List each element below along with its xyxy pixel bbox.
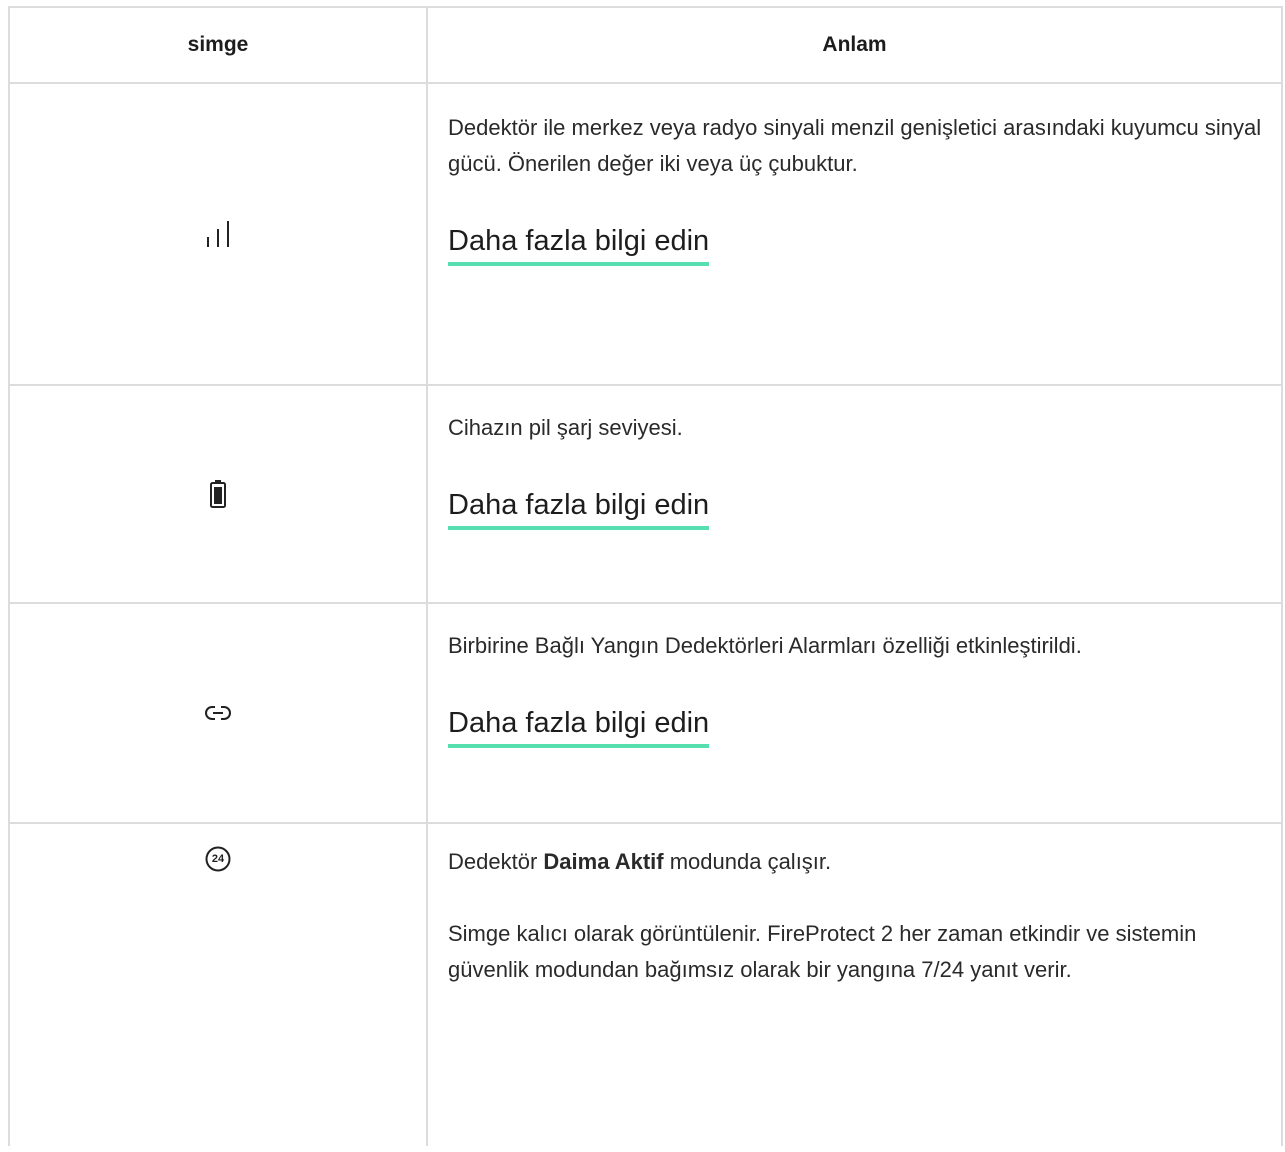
row-description-secondary: Simge kalıcı olarak görüntülenir. FirePr… [448, 921, 1197, 982]
learn-more-link[interactable]: Daha fazla bilgi edin [448, 222, 710, 266]
table-cell-icon [10, 384, 426, 604]
table-cell-icon [10, 602, 426, 824]
table-cell-text: Cihazın pil şarj seviyesi. Daha fazla bi… [448, 410, 1273, 530]
icons-table: simge Anlam Dedektör ile merkez veya rad… [8, 6, 1283, 1146]
table-cell-icon [10, 82, 426, 386]
table-header-row: simge Anlam [10, 8, 1281, 84]
row-description: Cihazın pil şarj seviyesi. [448, 415, 683, 440]
row-description: Dedektör Daima Aktif modunda çalışır. [448, 844, 1273, 880]
row-description: Dedektör ile merkez veya radyo sinyali m… [448, 115, 1262, 176]
row-description: Birbirine Bağlı Yangın Dedektörleri Alar… [448, 633, 1082, 658]
table-row: 24 Dedektör Daima Aktif modunda çalışır.… [10, 822, 1281, 1152]
link-icon [205, 705, 231, 721]
always-active-24-icon: 24 [205, 846, 231, 872]
table-cell-text: Birbirine Bağlı Yangın Dedektörleri Alar… [448, 628, 1273, 748]
header-icon-column: simge [187, 33, 249, 56]
table-row: Dedektör ile merkez veya radyo sinyali m… [10, 82, 1281, 386]
description-part: Dedektör [448, 849, 544, 874]
table-cell-icon: 24 [10, 844, 426, 874]
description-bold-mode: Daima Aktif [543, 849, 664, 874]
table-cell-text: Dedektör ile merkez veya radyo sinyali m… [448, 110, 1273, 266]
header-meaning-column: Anlam [822, 33, 887, 56]
signal-strength-icon [206, 221, 230, 247]
table-row: Cihazın pil şarj seviyesi. Daha fazla bi… [10, 384, 1281, 604]
learn-more-link[interactable]: Daha fazla bilgi edin [448, 486, 710, 530]
description-part: modunda çalışır. [663, 849, 832, 874]
battery-icon [210, 480, 226, 508]
table-cell-text: Dedektör Daima Aktif modunda çalışır. Si… [448, 844, 1273, 988]
learn-more-link[interactable]: Daha fazla bilgi edin [448, 704, 710, 748]
table-row: Birbirine Bağlı Yangın Dedektörleri Alar… [10, 602, 1281, 824]
always-active-icon-label: 24 [211, 853, 225, 865]
